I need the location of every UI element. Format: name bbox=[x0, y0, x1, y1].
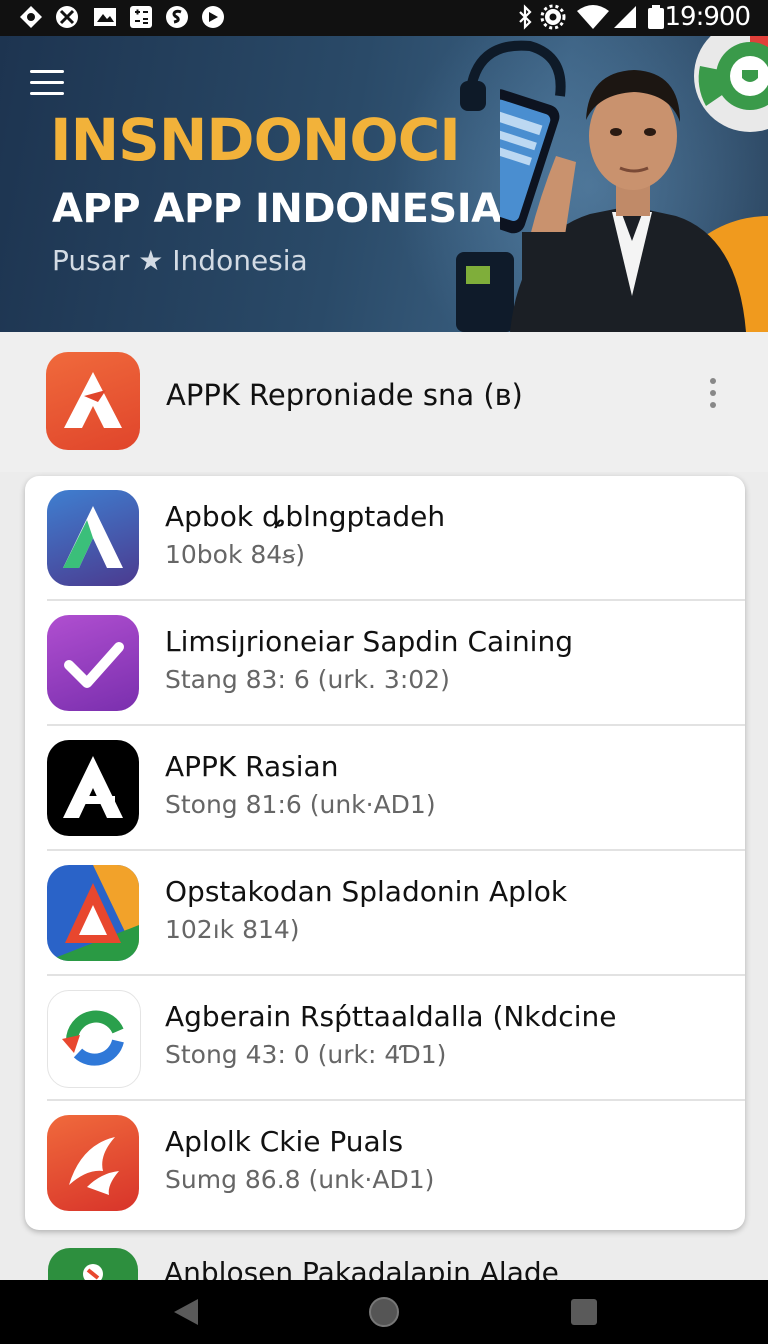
s-icon bbox=[166, 6, 188, 28]
tools-icon bbox=[56, 6, 78, 28]
bluetooth-icon bbox=[519, 4, 532, 30]
blue-green-a-icon bbox=[47, 490, 139, 586]
red-bird-icon bbox=[47, 1115, 139, 1211]
battery-icon bbox=[648, 5, 664, 29]
app-meta: Stong 43: 0 (urk: 4Ɗ1) bbox=[165, 1040, 447, 1069]
tricolor-a-icon bbox=[47, 865, 139, 961]
app-meta: Stong 81:6 (unk·AD1) bbox=[165, 790, 436, 819]
black-a-icon bbox=[47, 740, 139, 836]
more-options-icon[interactable] bbox=[704, 376, 722, 410]
calculator-icon bbox=[130, 6, 152, 28]
list-item[interactable]: Apbok ȡblngptadeh 10bok 84ꞩ) bbox=[25, 476, 745, 601]
clock: 19:900 bbox=[664, 2, 751, 32]
android-icon bbox=[20, 6, 42, 28]
app-meta: Stang 83: 6 (urk. 3:02) bbox=[165, 665, 450, 694]
app-name: Opstakodan Spladonin Aplok bbox=[165, 875, 568, 908]
settings-icon bbox=[540, 4, 566, 30]
green-app-icon bbox=[48, 1248, 138, 1280]
app-name: APPK Rasian bbox=[165, 750, 339, 783]
home-icon[interactable] bbox=[368, 1296, 400, 1328]
list-item[interactable]: APPK Rasian Stong 81:6 (unk·AD1) bbox=[25, 726, 745, 851]
image-icon bbox=[94, 8, 116, 26]
app-meta: 102ık 814) bbox=[165, 915, 300, 944]
hero-banner: INSNDONOCI APP APP INDONESIA Pusar ★ Ind… bbox=[0, 36, 768, 332]
back-icon[interactable] bbox=[170, 1296, 202, 1328]
featured-app-title: APPK Reproniade sna (ʙ) bbox=[166, 378, 523, 412]
wifi-icon bbox=[577, 5, 609, 29]
list-item[interactable]: Aplolk Ckie Puals Sumg 86.8 (unk·AD1) bbox=[25, 1101, 745, 1226]
recents-icon[interactable] bbox=[568, 1296, 600, 1328]
presenter-image bbox=[500, 36, 768, 332]
app-name: Aplolk Ckie Puals bbox=[165, 1125, 404, 1158]
app-name: Limsiȷrioneiar Sapdin Caining bbox=[165, 625, 573, 658]
app-list-card: Apbok ȡblngptadeh 10bok 84ꞩ) Limsiȷrione… bbox=[25, 476, 745, 1230]
menu-button[interactable] bbox=[30, 70, 64, 98]
featured-app-row[interactable]: APPK Reproniade sna (ʙ) bbox=[0, 332, 768, 472]
list-item[interactable]: Opstakodan Spladonin Aplok 102ık 814) bbox=[25, 851, 745, 976]
hero-title: INSNDONOCI bbox=[50, 106, 461, 174]
swirl-arrow-icon bbox=[47, 990, 141, 1088]
list-item-partial[interactable]: Anblosen Pakadalapin Alade bbox=[0, 1236, 768, 1280]
app-meta: Sumg 86.8 (unk·AD1) bbox=[165, 1165, 435, 1194]
hero-tagline: Pusar ★ Indonesia bbox=[52, 244, 308, 277]
hero-subtitle: APP APP INDONESIA bbox=[52, 186, 502, 232]
app-name: Agberain Rsṕttaaldalla (Nkdcine bbox=[165, 1000, 617, 1033]
app-name: Anblosen Pakadalapin Alade bbox=[164, 1256, 559, 1280]
status-bar: 19:900 bbox=[0, 0, 768, 36]
signal-icon bbox=[614, 6, 636, 28]
red-a-logo-icon bbox=[46, 352, 140, 450]
purple-check-icon bbox=[47, 615, 139, 711]
app-name: Apbok ȡblngptadeh bbox=[165, 500, 446, 533]
list-item[interactable]: Limsiȷrioneiar Sapdin Caining Stang 83: … bbox=[25, 601, 745, 726]
navigation-bar bbox=[0, 1280, 768, 1344]
shape-icon bbox=[202, 6, 224, 28]
list-item[interactable]: Agberain Rsṕttaaldalla (Nkdcine Stong 43… bbox=[25, 976, 745, 1101]
app-meta: 10bok 84ꞩ) bbox=[165, 540, 305, 569]
